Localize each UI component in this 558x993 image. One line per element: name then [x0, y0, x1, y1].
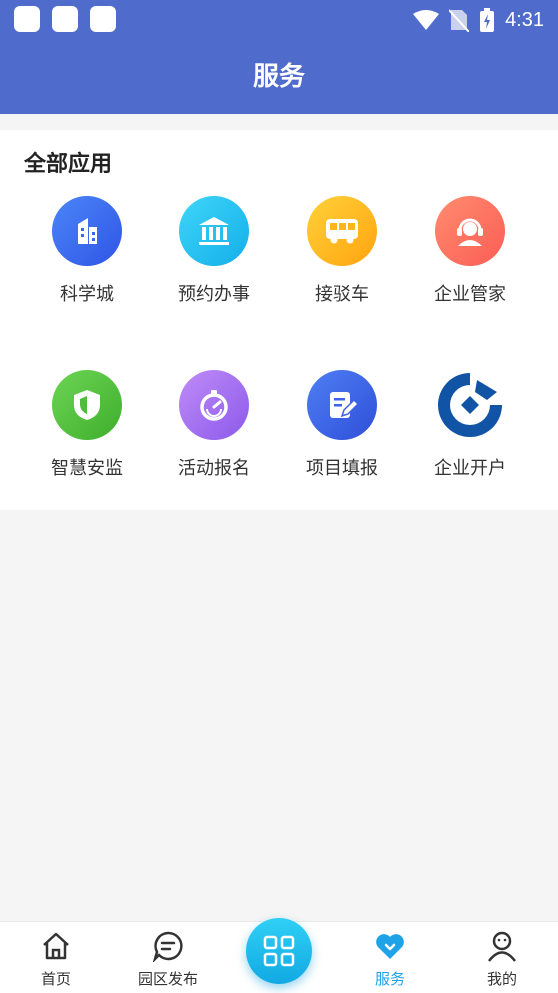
app-label: 企业开户: [434, 458, 506, 479]
app-smart-safety[interactable]: 智慧安监: [23, 370, 151, 490]
message-icon: [152, 931, 183, 962]
notification-icon: [52, 6, 78, 32]
app-science-city[interactable]: 科学城: [23, 196, 151, 316]
tab-mine[interactable]: 我的: [446, 922, 558, 993]
app-project-report[interactable]: 项目填报: [278, 370, 406, 490]
shield-icon: [52, 370, 122, 440]
heart-icon: [376, 934, 404, 959]
tab-label: 园区发布: [137, 970, 198, 988]
app-label: 科学城: [60, 284, 114, 305]
user-icon: [488, 931, 516, 962]
stopwatch-icon: [179, 370, 249, 440]
section-title: 全部应用: [24, 152, 113, 177]
app-activity-signup[interactable]: 活动报名: [150, 370, 278, 490]
tab-label: 我的: [486, 970, 517, 988]
notification-icon: [14, 6, 40, 32]
status-bar: 4:31: [0, 0, 558, 38]
app-label: 预约办事: [178, 284, 250, 305]
customer-service-icon: [435, 196, 505, 266]
header-bar: 4:31 服务: [0, 0, 558, 114]
bank-icon: [179, 196, 249, 266]
app-label: 企业管家: [434, 284, 506, 305]
all-apps-card: 全部应用 科学城 预约办事 接驳车 企业管家 智慧安监 活动报名 项目填报 企业…: [0, 130, 558, 510]
status-time: 4:31: [505, 8, 544, 31]
app-enterprise-account[interactable]: 企业开户: [406, 370, 534, 490]
app-label: 项目填报: [306, 458, 378, 479]
page-title: 服务: [252, 62, 305, 92]
tab-home[interactable]: 首页: [0, 922, 112, 993]
qr-code-icon: [263, 935, 295, 967]
status-icons: 4:31: [413, 7, 544, 33]
scan-qr-button[interactable]: [246, 918, 312, 984]
app-shuttle-bus[interactable]: 接驳车: [278, 196, 406, 316]
tab-label: 首页: [40, 970, 71, 988]
home-icon: [43, 932, 69, 960]
battery-icon: [480, 8, 495, 32]
wifi-icon: [413, 10, 440, 30]
notification-icon: [90, 6, 116, 32]
bus-icon: [307, 196, 377, 266]
ccb-logo-icon: [435, 370, 505, 440]
app-enterprise-butler[interactable]: 企业管家: [406, 196, 534, 316]
app-label: 活动报名: [178, 458, 250, 479]
tab-service[interactable]: 服务: [334, 922, 446, 993]
no-sim-icon: [449, 9, 470, 32]
building-icon: [52, 196, 122, 266]
app-label: 智慧安监: [51, 458, 123, 479]
app-appointment[interactable]: 预约办事: [150, 196, 278, 316]
app-label: 接驳车: [315, 284, 369, 305]
tab-label: 服务: [374, 970, 405, 988]
edit-form-icon: [307, 370, 377, 440]
tab-park-news[interactable]: 园区发布: [112, 922, 224, 993]
